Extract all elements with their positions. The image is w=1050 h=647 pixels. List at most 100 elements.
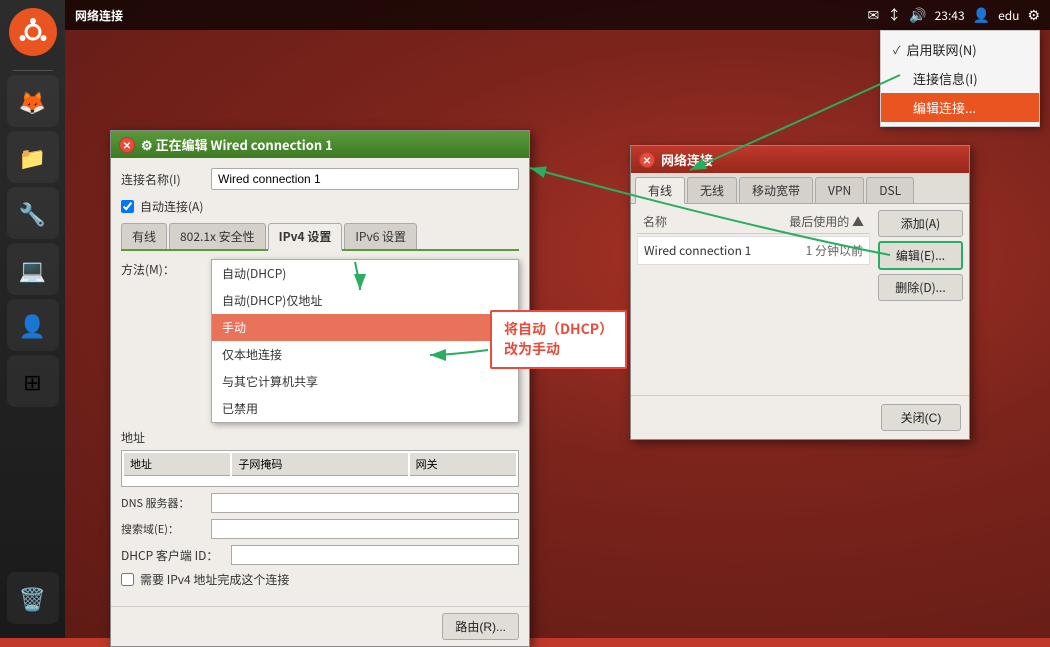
address-row[interactable] [124,478,516,484]
add-button[interactable]: 添加(A) [878,210,963,237]
taskbar-browser[interactable]: 🦊 [7,75,59,127]
address-section: 地址 地址 子网掩码 网关 [121,429,519,487]
col-time: 最后使用的 ▲ [789,213,864,230]
sys-tray-info-label: 连接信息(I) [913,69,978,88]
net-connections-dialog: ✕ 网络连接 有线 无线 移动宽带 VPN DSL 名称 最后使用的 ▲ Wir… [630,145,970,440]
edit-title-prefix: ⚙ [141,135,156,154]
taskbar-trash[interactable]: 🗑️ [7,572,59,624]
net-dialog-tabs: 有线 无线 移动宽带 VPN DSL [631,173,969,204]
annotation-line2: 改为手动 [504,340,613,360]
net-tab-wireless[interactable]: 无线 [687,177,737,203]
net-tab-vpn[interactable]: VPN [815,177,864,203]
search-row: 搜索域(E)： [121,519,519,539]
taskbar: 🦊 📁 🔧 💻 👤 ⊞ 🗑️ [0,0,65,638]
edit-connection-dialog: ✕ ⚙ 正在编辑 Wired connection 1 连接名称(I) 自动连接… [110,130,530,647]
auto-connect-row: 自动连接(A) [121,198,519,215]
net-table-row[interactable]: Wired connection 1 1 分钟以前 [637,236,870,265]
dhcp-input[interactable] [231,545,519,565]
sys-tray-enable-label: 启用联网(N) [907,40,977,59]
net-dialog-content: 名称 最后使用的 ▲ Wired connection 1 1 分钟以前 添加(… [631,204,969,307]
dhcp-label: DHCP 客户端 ID： [121,547,231,564]
edit-footer: 路由(R)... [111,606,529,646]
method-auto-dhcp-addr[interactable]: 自动(DHCP)仅地址 [212,287,518,314]
checkmark-icon: ✓ [893,42,901,58]
sys-tray-edit-label: 编辑连接... [913,98,976,117]
taskbar-settings[interactable]: 🔧 [7,187,59,239]
edit-button[interactable]: 编辑(E)... [878,241,963,270]
ipv4-required-row: 需要 IPv4 地址完成这个连接 [121,571,519,588]
edit-titlebar: ✕ ⚙ 正在编辑 Wired connection 1 [111,131,529,158]
ipv4-required-checkbox[interactable] [121,573,134,586]
net-table-header: 名称 最后使用的 ▲ [637,210,870,234]
annotation-line1: 将自动（DHCP） [504,320,613,340]
top-panel: 网络连接 ✉ ↕ 🔊 23:43 👤 edu ⚙ [65,0,1050,30]
edit-tabs: 有线 802.1x 安全性 IPv4 设置 IPv6 设置 [121,223,519,251]
search-input[interactable] [211,519,519,539]
dns-input[interactable] [211,493,519,513]
address-label: 地址 [121,429,519,446]
conn-name: Wired connection 1 [644,242,806,259]
taskbar-divider [13,70,53,71]
net-dialog-close[interactable]: ✕ [639,152,655,168]
taskbar-files[interactable]: 📁 [7,131,59,183]
conn-name-label: 连接名称(I) [121,171,211,188]
sys-tray-edit-conn[interactable]: 编辑连接... [881,93,1039,122]
panel-user: edu [998,7,1019,24]
annotation-box: 将自动（DHCP） 改为手动 [490,310,627,369]
conn-name-row: 连接名称(I) [121,168,519,190]
edit-title: ⚙ 正在编辑 Wired connection 1 [141,135,333,154]
addr-cell [124,478,230,484]
gw-cell [410,478,516,484]
net-tab-mobile[interactable]: 移动宽带 [739,177,813,203]
ipv4-required-label: 需要 IPv4 地址完成这个连接 [140,571,289,588]
search-label: 搜索域(E)： [121,521,211,537]
panel-title: 网络连接 [75,7,123,24]
delete-button[interactable]: 删除(D)... [878,274,963,301]
method-local[interactable]: 仅本地连接 [212,341,518,368]
col-name: 名称 [643,213,667,230]
edit-tab-ipv4[interactable]: IPv4 设置 [268,223,343,251]
route-button[interactable]: 路由(R)... [442,613,519,640]
conn-time: 1 分钟以前 [806,242,863,259]
address-table: 地址 子网掩码 网关 [121,450,519,487]
auto-connect-label: 自动连接(A) [140,198,203,215]
network-icon[interactable]: ↕ [887,5,901,25]
net-dialog-title: 网络连接 [661,150,713,169]
ubuntu-logo[interactable] [9,8,57,56]
sys-tray-dropdown: ✓ 启用联网(N) 连接信息(I) 编辑连接... [880,30,1040,127]
taskbar-grid[interactable]: ⊞ [7,355,59,407]
dhcp-row: DHCP 客户端 ID： [121,545,519,565]
sys-tray-enable-network[interactable]: ✓ 启用联网(N) [881,35,1039,64]
net-list-area: 名称 最后使用的 ▲ Wired connection 1 1 分钟以前 [637,210,870,301]
taskbar-users[interactable]: 👤 [7,299,59,351]
auto-connect-checkbox[interactable] [121,200,134,213]
email-icon[interactable]: ✉ [867,5,879,25]
panel-right: ✉ ↕ 🔊 23:43 👤 edu ⚙ [867,5,1040,25]
sys-tray-conn-info[interactable]: 连接信息(I) [881,64,1039,93]
panel-time: 23:43 [935,7,965,24]
edit-title-text: 正在编辑 Wired connection 1 [156,135,333,154]
method-dropdown[interactable]: 自动(DHCP) 自动(DHCP)仅地址 手动 仅本地连接 与其它计算机共享 已… [211,259,519,423]
edit-tab-security[interactable]: 802.1x 安全性 [169,223,266,249]
mask-cell [232,478,407,484]
edit-tab-ipv6[interactable]: IPv6 设置 [344,223,417,249]
dropdown-menu: 自动(DHCP) 自动(DHCP)仅地址 手动 仅本地连接 与其它计算机共享 已… [211,259,519,423]
net-tab-dsl[interactable]: DSL [866,177,914,203]
settings-icon[interactable]: ⚙ [1027,5,1040,25]
method-row: 方法(M)： 自动(DHCP) 自动(DHCP)仅地址 手动 仅本地连接 与其它… [121,259,519,423]
net-tab-wired[interactable]: 有线 [635,177,685,204]
volume-icon[interactable]: 🔊 [909,5,926,25]
taskbar-terminal[interactable]: 💻 [7,243,59,295]
method-auto-dhcp[interactable]: 自动(DHCP) [212,260,518,287]
close-button[interactable]: 关闭(C) [881,404,961,431]
net-btn-area: 添加(A) 编辑(E)... 删除(D)... [878,210,963,301]
edit-body: 连接名称(I) 自动连接(A) 有线 802.1x 安全性 IPv4 设置 IP… [111,158,529,606]
net-dialog-footer: 关闭(C) [631,395,969,439]
conn-name-input[interactable] [211,168,519,190]
method-disabled[interactable]: 已禁用 [212,395,518,422]
method-shared[interactable]: 与其它计算机共享 [212,368,518,395]
user-icon[interactable]: 👤 [973,5,990,25]
edit-tab-wired[interactable]: 有线 [121,223,167,249]
method-manual[interactable]: 手动 [212,314,518,341]
edit-close-btn[interactable]: ✕ [119,137,135,153]
